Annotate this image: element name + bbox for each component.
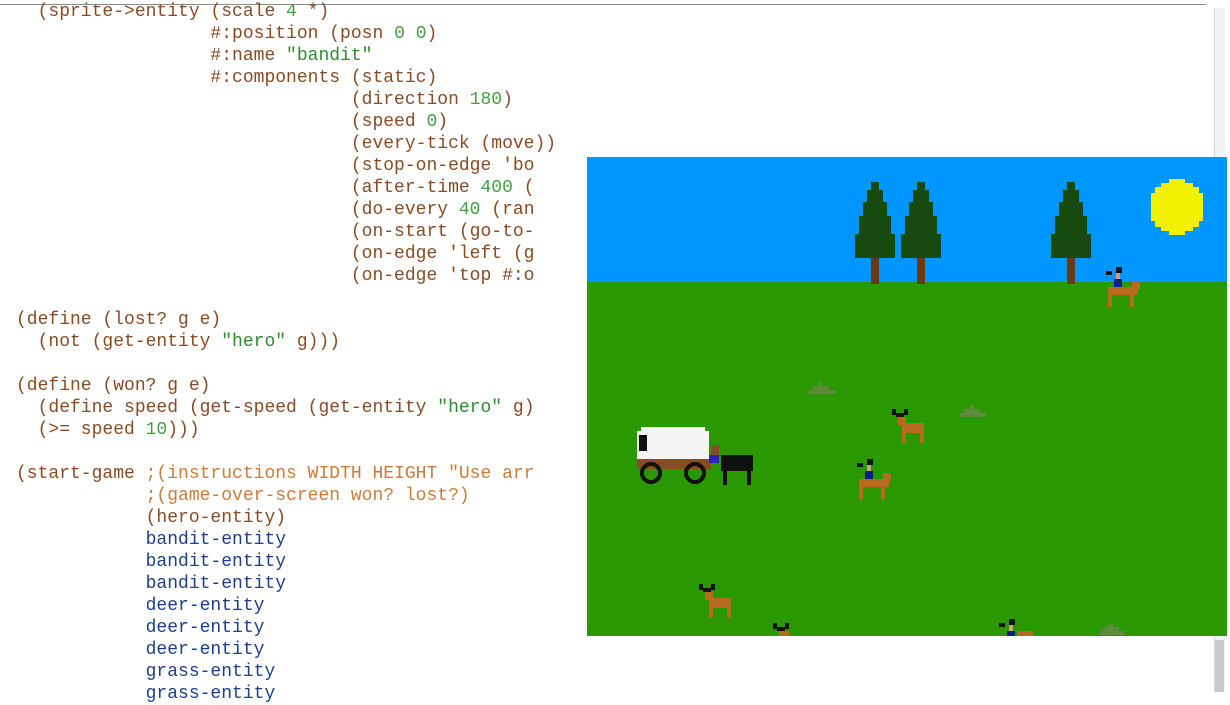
- code-line-3: #:name "bandit": [16, 46, 373, 66]
- bandit-rider-icon: [857, 459, 891, 499]
- code-line-28: deer-entity: [16, 596, 265, 616]
- pine-tree-icon: [855, 182, 895, 284]
- editor-scrollbar-thumb[interactable]: [1215, 640, 1224, 692]
- covered-wagon-icon: [637, 427, 753, 485]
- pine-tree-icon: [901, 182, 941, 284]
- code-line-22: (start-game ;(instructions WIDTH HEIGHT …: [16, 464, 535, 484]
- code-line-26: bandit-entity: [16, 552, 287, 572]
- code-line-29: deer-entity: [16, 618, 265, 638]
- code-line-18: (define (won? g e): [16, 376, 211, 396]
- code-line-31: grass-entity: [16, 662, 276, 682]
- code-line-12: (on-edge 'left (g: [16, 244, 535, 264]
- grass-tuft-icon: [960, 405, 986, 417]
- code-line-10: (do-every 40 (ran: [16, 200, 535, 220]
- code-line-9: (after-time 400 (: [16, 178, 535, 198]
- sprite-image-icon: *: [307, 2, 319, 22]
- code-line-13: (on-edge 'top #:o: [16, 266, 535, 286]
- game-canvas[interactable]: [587, 157, 1227, 636]
- code-line-23: ;(game-over-screen won? lost?): [145, 486, 470, 506]
- code-line-11: (on-start (go-to-: [16, 222, 535, 242]
- code-line-20: (>= speed 10))): [16, 420, 200, 440]
- grass-tuft-icon: [809, 382, 835, 394]
- bandit-rider-icon: [1106, 267, 1140, 307]
- deer-icon: [699, 584, 731, 618]
- pine-tree-icon: [1051, 182, 1091, 284]
- code-line-16: (not (get-entity "hero" g))): [16, 332, 341, 352]
- deer-icon: [773, 623, 789, 636]
- code-line-27: bandit-entity: [16, 574, 287, 594]
- code-line-30: deer-entity: [16, 640, 265, 660]
- sun-icon: [1151, 179, 1203, 235]
- bandit-rider-icon: [999, 619, 1033, 636]
- code-line-32: grass-entity: [16, 684, 276, 704]
- code-line-2: #:position (posn 0 0): [16, 24, 438, 44]
- code-line-1: (sprite->entity (scale 4 *): [16, 2, 330, 22]
- code-line-15: (define (lost? g e): [16, 310, 222, 330]
- code-line-19: (define speed (get-speed (get-entity "he…: [16, 398, 535, 418]
- code-line-5: (direction 180): [16, 90, 513, 110]
- code-line-6: (speed 0): [16, 112, 449, 132]
- code-line-7: (every-tick (move)): [16, 134, 557, 154]
- code-line-8: (stop-on-edge 'bo: [16, 156, 535, 176]
- code-line-4: #:components (static): [16, 68, 438, 88]
- code-line-24: (hero-entity): [16, 508, 287, 528]
- grass-tuft-icon: [1099, 623, 1125, 635]
- deer-icon: [892, 409, 924, 443]
- code-line-25: bandit-entity: [16, 530, 287, 550]
